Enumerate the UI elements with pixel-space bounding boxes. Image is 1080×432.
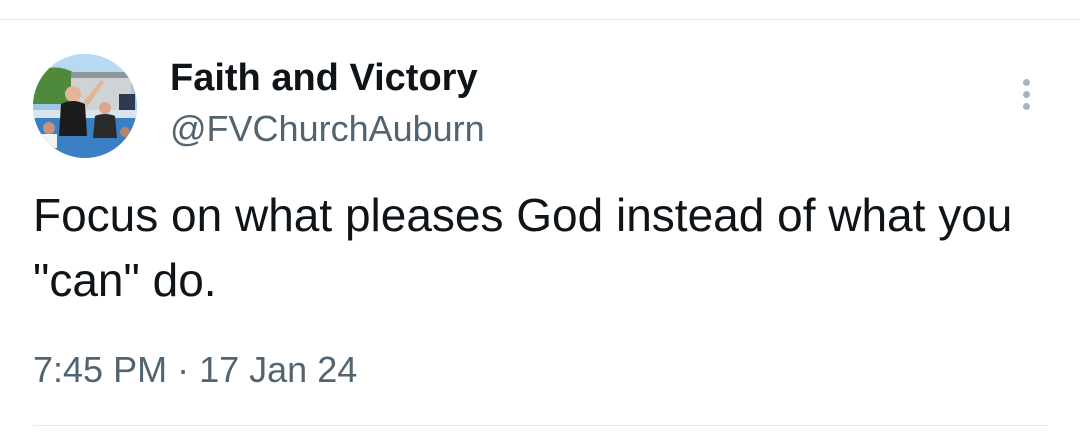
more-vertical-icon-dot [1022,90,1030,98]
avatar[interactable] [33,54,137,158]
bottom-divider [33,425,1048,426]
tweet-time[interactable]: 7:45 PM [33,349,167,390]
meta-separator: · [177,349,190,390]
author-display-name[interactable]: Faith and Victory [170,55,478,101]
author-handle[interactable]: @FVChurchAuburn [170,107,485,151]
tweet-timestamp: 7:45 PM · 17 Jan 24 [33,347,357,393]
tweet-date[interactable]: 17 Jan 24 [199,349,357,390]
avatar-photo [33,54,137,158]
top-divider [0,19,1080,20]
more-vertical-icon [1022,78,1030,86]
tweet-text: Focus on what pleases God instead of wha… [33,189,1026,306]
more-vertical-icon-dot [1022,102,1030,110]
more-options-button[interactable] [1006,72,1046,116]
